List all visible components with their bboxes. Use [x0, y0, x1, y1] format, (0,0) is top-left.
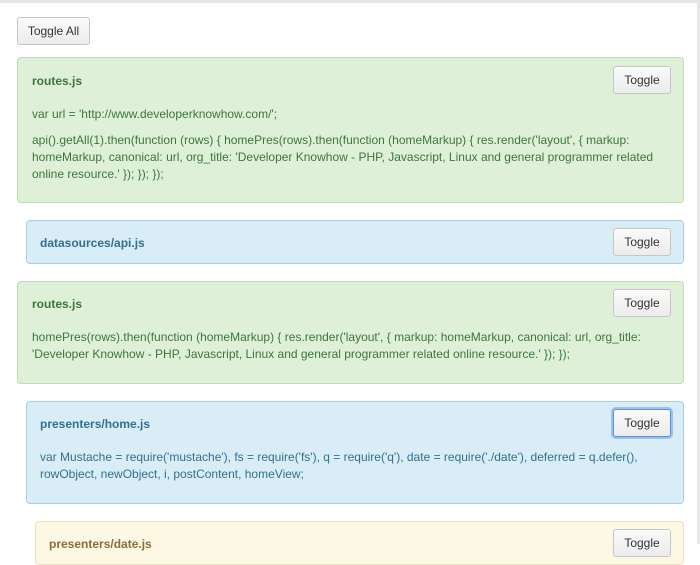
panel-title: presenters/date.js [49, 537, 152, 551]
panel-title: datasources/api.js [40, 236, 145, 250]
toggle-button[interactable]: Toggle [613, 228, 671, 256]
code-line: homePres(rows).then(function (homeMarkup… [32, 330, 641, 361]
toggle-button[interactable]: Toggle [613, 409, 671, 437]
panel-routes-js: routes.js Toggle var url = 'http://www.d… [17, 57, 684, 203]
toggle-button[interactable]: Toggle [613, 66, 671, 94]
panel-title: routes.js [32, 297, 83, 311]
panel-presenters-home-js: presenters/home.js Toggle var Mustache =… [26, 401, 684, 504]
code-line: api().getAll(1).then(function (rows) { h… [32, 133, 654, 181]
toggle-all-button[interactable]: Toggle All [17, 17, 90, 45]
panel-datasources-api-js: datasources/api.js Toggle [26, 220, 684, 264]
toggle-button[interactable]: Toggle [613, 289, 671, 317]
toggle-button[interactable]: Toggle [613, 529, 671, 557]
code-line: var Mustache = require('mustache'), fs =… [40, 450, 638, 481]
panel-title: presenters/home.js [40, 417, 151, 431]
top-border [0, 0, 700, 3]
code-line: var url = 'http://www.developerknowhow.c… [32, 107, 278, 121]
panel-routes-js-2: routes.js Toggle homePres(rows).then(fun… [17, 281, 684, 384]
panel-presenters-date-js: presenters/date.js Toggle [35, 521, 684, 565]
panel-title: routes.js [32, 74, 83, 88]
